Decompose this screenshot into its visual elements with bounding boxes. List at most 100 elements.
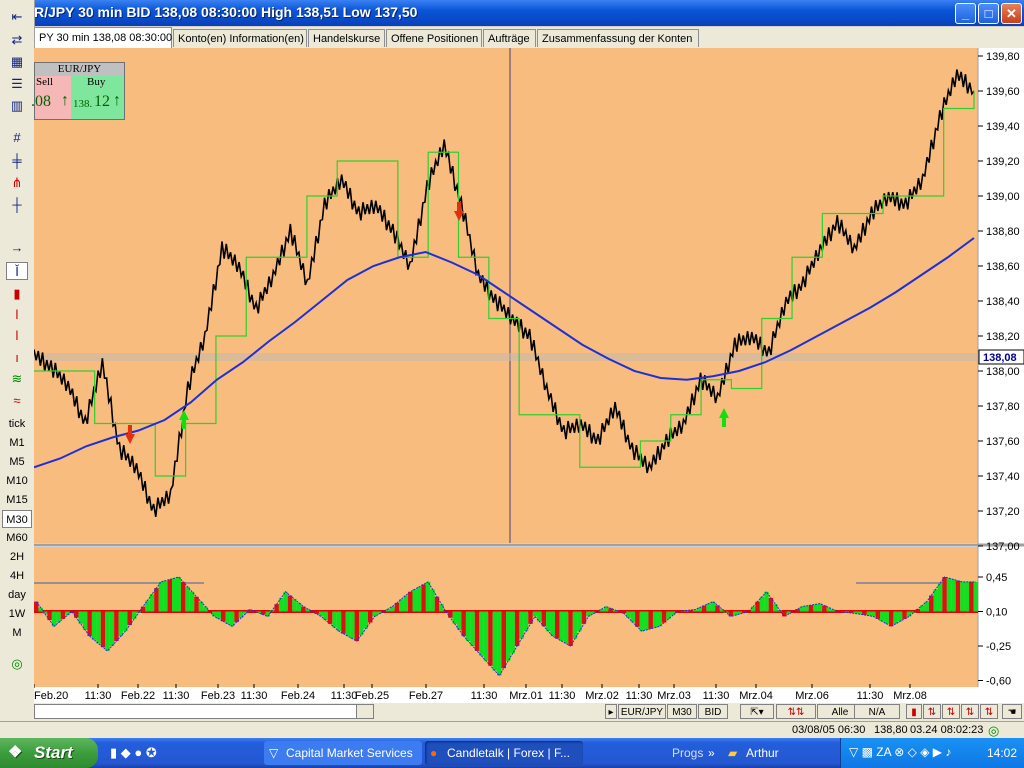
x-tick-label: 11:30	[85, 690, 112, 702]
y-tick-label: 139,80	[986, 51, 1020, 63]
quicklaunch-icons[interactable]: ▮ ◆ ● ✪	[110, 745, 157, 761]
oscillator-icon[interactable]: ≈	[6, 392, 28, 410]
timeframe-m60[interactable]: M60	[2, 529, 32, 547]
osc-bar	[483, 611, 489, 661]
osc-bar	[91, 611, 97, 640]
timeframe-2h[interactable]: 2H	[2, 548, 32, 566]
folder-arthur[interactable]: ▰ Arthur	[724, 741, 834, 765]
x-tick-label: Feb.20	[34, 690, 68, 702]
pin-icon[interactable]: ⇤	[6, 8, 28, 26]
timeframe-month[interactable]: M	[2, 624, 32, 642]
start-button[interactable]: ❖ Start	[0, 738, 98, 768]
osc-bar	[554, 611, 560, 639]
timeframe-m1[interactable]: M1	[2, 434, 32, 452]
timeframe-4h[interactable]: 4H	[2, 567, 32, 585]
cursor-tool-icon[interactable]: ⇱▾	[740, 704, 774, 719]
timeframe-m5[interactable]: M5	[2, 453, 32, 471]
price-chart[interactable]: 139,80 139,60 139,40 139,20 139,00 138,80 138,…	[34, 48, 1024, 703]
tab-open-positions[interactable]: Offene Positionen	[386, 29, 482, 47]
timeframe-m30[interactable]: M30	[2, 510, 32, 528]
osc-bar	[439, 604, 444, 612]
tool-c-icon[interactable]: ⇅	[961, 704, 979, 719]
timeframe-day[interactable]: day	[2, 586, 32, 604]
tab-rates[interactable]: Handelskurse	[308, 29, 385, 47]
draw-tool-icon[interactable]: ⇅⇅	[776, 704, 816, 719]
firefox-icon: ●	[430, 746, 438, 760]
play-icon[interactable]: ▸	[605, 704, 617, 719]
osc-bar	[470, 611, 475, 646]
candle-icon[interactable]: ▮	[6, 285, 28, 303]
tab-account-summary[interactable]: Zusammenfassung der Konten	[537, 29, 699, 47]
osc-bar	[733, 611, 738, 616]
osc-bar	[87, 611, 92, 637]
maximize-button[interactable]: □	[978, 3, 999, 24]
x-tick-label: 11:30	[857, 690, 884, 702]
cross-icon[interactable]: ┼	[6, 196, 28, 214]
tray-icons[interactable]: ▽ ▩ ZA ⊗ ◇ ◈ ▶ ♪	[849, 745, 951, 759]
minimize-button[interactable]: _	[955, 3, 976, 24]
osc-bar	[163, 580, 168, 612]
osc-bar	[292, 599, 297, 612]
fork-icon[interactable]: ⋔	[6, 174, 28, 192]
osc-bar	[532, 611, 538, 617]
x-tick-label: 11:30	[331, 690, 358, 702]
close-button[interactable]: ✕	[1001, 3, 1022, 24]
swap-icon[interactable]: ⇄	[6, 31, 28, 49]
osc-bar	[764, 591, 769, 612]
arrow-icon[interactable]: →	[6, 239, 28, 257]
y-tick-label: 139,40	[986, 121, 1020, 133]
toolbar-progs[interactable]: Progs	[672, 746, 703, 760]
candle-thin-icon[interactable]: ǀ	[6, 306, 28, 324]
tab-orders[interactable]: Aufträge	[483, 29, 536, 47]
task-candletalk[interactable]: ● Candletalk | Forex | F...	[425, 741, 583, 765]
left-toolbar: ⇤ ⇄ ▦ ☰ ▥ # ╪ ⋔ ┼ → Ǐ ▮ ǀ ǀ ı ≋ ≈ tick M…	[0, 0, 35, 738]
tool-b-icon[interactable]: ⇅	[942, 704, 960, 719]
osc-bar	[880, 611, 885, 622]
horizontal-scrollbar[interactable]	[34, 704, 374, 719]
y-tick-label: 138,80	[986, 226, 1020, 238]
tool-a-icon[interactable]: ⇅	[923, 704, 941, 719]
osc-bar	[189, 591, 195, 612]
bar-type-icon[interactable]: Ǐ	[6, 262, 28, 280]
rows-layout-icon[interactable]: ☰	[6, 75, 28, 93]
osc-bar	[773, 604, 778, 612]
osc-bar	[359, 611, 364, 635]
task-label: Candletalk | Forex | F...	[447, 746, 570, 760]
expand-icon[interactable]: »	[708, 746, 715, 760]
osc-bar	[519, 611, 524, 639]
timeframe-m15[interactable]: M15	[2, 491, 32, 509]
scroll-thumb[interactable]	[356, 704, 374, 719]
osc-tick-label: 0,10	[986, 607, 1007, 619]
osc-bar	[657, 611, 662, 627]
timeframe-1w[interactable]: 1W	[2, 605, 32, 623]
bid-select[interactable]: BID	[698, 704, 728, 719]
timeframe-m10[interactable]: M10	[2, 472, 32, 490]
pair-select[interactable]: EUR/JPY	[618, 704, 666, 719]
crosshair-icon[interactable]: ╪	[6, 152, 28, 170]
tab-account-info[interactable]: Konto(en) Information(en)	[173, 29, 307, 47]
timeframe-tick[interactable]: tick	[2, 415, 32, 433]
grid-layout-icon[interactable]: ▦	[6, 53, 28, 71]
hash-grid-icon[interactable]: #	[6, 129, 28, 147]
target-icon[interactable]: ◎	[6, 655, 28, 673]
marker-icon[interactable]: ▮	[906, 704, 922, 719]
columns-layout-icon[interactable]: ▥	[6, 97, 28, 115]
tick-marker-icon[interactable]: ı	[6, 349, 28, 367]
osc-bar	[274, 604, 279, 612]
x-tick-label: Mrz.04	[739, 690, 773, 702]
buy-button[interactable]: Buy 138. 12 ↑	[72, 76, 124, 119]
tool-d-icon[interactable]: ⇅	[980, 704, 998, 719]
task-capital-market[interactable]: ▽ Capital Market Services	[264, 741, 422, 765]
tab-chart[interactable]: PY 30 min 138,08 08:30:00	[34, 27, 172, 49]
timeframe-select[interactable]: M30	[667, 704, 697, 719]
sell-button[interactable]: Sell .08 ↑	[31, 76, 71, 119]
osc-bar	[105, 611, 110, 651]
task-label: Arthur	[746, 746, 779, 760]
indicator-icon[interactable]: ≋	[6, 370, 28, 388]
y-tick-label: 137,80	[986, 401, 1020, 413]
osc-tick-label: 0,45	[986, 572, 1007, 584]
na-button[interactable]: N/A	[854, 704, 900, 719]
line-marker-icon[interactable]: ǀ	[6, 327, 28, 345]
osc-bar	[710, 601, 716, 612]
hand-icon[interactable]: ☚	[1002, 704, 1022, 719]
